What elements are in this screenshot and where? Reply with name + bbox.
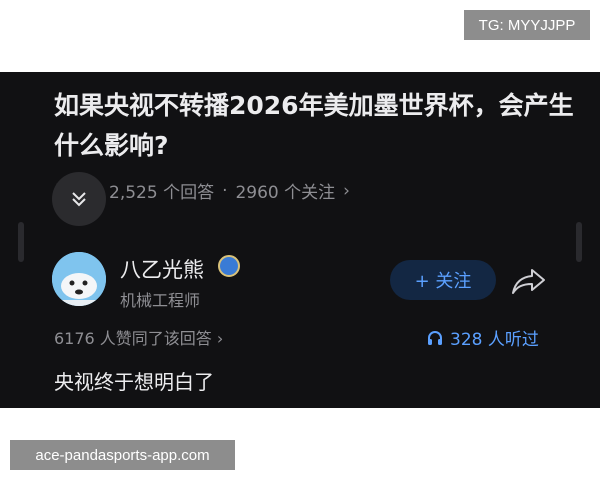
right-edge-mark: [576, 222, 582, 262]
question-title[interactable]: 如果央视不转播2026年美加墨世界杯，会产生什么影响?: [54, 86, 574, 166]
answers-count: 2,525 个回答: [109, 183, 215, 203]
share-button[interactable]: [510, 266, 548, 296]
answer-text[interactable]: 央视终于想明白了: [54, 366, 214, 395]
author-title: 机械工程师: [120, 291, 201, 310]
listen-count-label: 328 人听过: [450, 330, 539, 350]
meta-separator: ·: [222, 180, 228, 201]
follow-button[interactable]: + 关注: [390, 260, 496, 300]
likes-summary[interactable]: 6176 人赞同了该回答 ›: [54, 325, 223, 349]
headphones-icon: [428, 330, 442, 345]
share-arrow-icon: [512, 269, 545, 294]
meta-chevron: ›: [343, 180, 350, 201]
watermark-top: TG: MYYJJPP: [464, 10, 590, 40]
double-chevron-down-icon: [72, 192, 86, 207]
listen-count[interactable]: 328 人听过: [426, 325, 539, 350]
question-panel: 如果央视不转播2026年美加墨世界杯，会产生什么影响? 知 2,525 个回答 …: [0, 72, 600, 408]
left-edge-mark: [18, 222, 24, 262]
watermark-bottom: ace-pandasports-app.com: [10, 440, 235, 470]
avatar-image: [52, 252, 106, 306]
author-avatar[interactable]: [52, 252, 106, 306]
author-badge-icon: [218, 255, 240, 277]
followers-count: 2960 个关注: [235, 183, 336, 203]
author-name[interactable]: 八乙光熊: [120, 254, 204, 284]
collapse-button[interactable]: [52, 172, 106, 226]
